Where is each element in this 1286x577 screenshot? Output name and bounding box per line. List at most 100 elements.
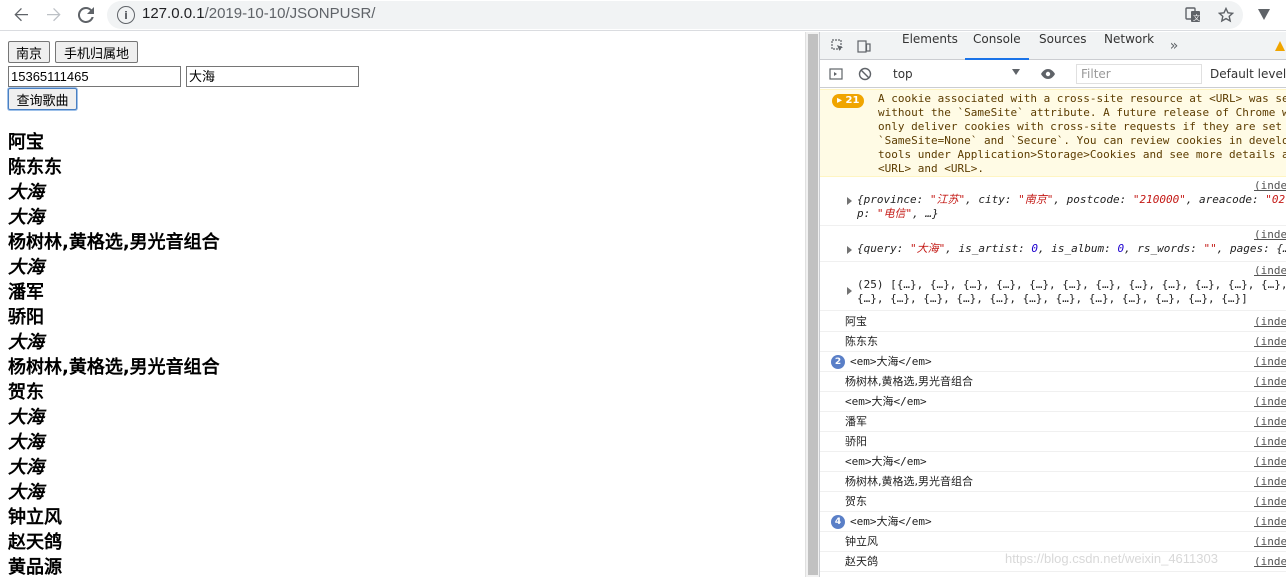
song-item: 钟立风 bbox=[8, 507, 62, 528]
obj-text: , areacode: bbox=[1185, 193, 1266, 206]
info-icon[interactable]: i bbox=[117, 6, 135, 24]
expand-triangle-icon[interactable] bbox=[847, 197, 852, 205]
obj-text: , rs_words: bbox=[1124, 242, 1204, 255]
source-link[interactable]: (inde bbox=[1254, 264, 1286, 278]
log-message: 陈东东 bbox=[845, 335, 878, 348]
translate-icon[interactable]: 文 bbox=[1184, 6, 1202, 24]
url-text[interactable]: 127.0.0.1/2019-10-10/JSONPUSR/ bbox=[142, 5, 375, 22]
object-line: {query: "大海", is_artist: 0, is_album: 0,… bbox=[857, 242, 1286, 256]
song-list: 阿宝 陈东东 大海 大海 杨树林,黄格选,男光音组合 大海 潘军 骄阳 大海 杨树林,黄格选,男光… bbox=[8, 130, 220, 577]
source-link[interactable]: (inde bbox=[1254, 395, 1286, 409]
filter-input[interactable]: Filter bbox=[1076, 64, 1202, 84]
source-link[interactable]: (inde bbox=[1254, 455, 1286, 469]
console-log-row[interactable]: 潘军 (inde bbox=[820, 412, 1286, 432]
console-log-row[interactable]: 杨树林,黄格选,男光音组合 (inde bbox=[820, 372, 1286, 392]
source-link[interactable]: (inde bbox=[1254, 515, 1286, 529]
sidebar-toggle-icon[interactable] bbox=[828, 66, 844, 82]
console-object-query[interactable]: (inde {query: "大海", is_artist: 0, is_alb… bbox=[820, 227, 1286, 262]
obj-text: p: bbox=[857, 207, 877, 220]
obj-number: 0 bbox=[1031, 242, 1038, 255]
query-song-button[interactable]: 查询歌曲 bbox=[8, 88, 77, 110]
more-tabs-icon[interactable]: » bbox=[1166, 38, 1182, 54]
source-link[interactable]: (inde bbox=[1254, 179, 1286, 193]
song-item: 大海 bbox=[8, 432, 44, 453]
obj-string: "210000" bbox=[1132, 193, 1186, 206]
console-messages: ▸ 21 A cookie associated with a cross-si… bbox=[820, 89, 1286, 577]
source-link[interactable]: (inde bbox=[1254, 415, 1286, 429]
expand-triangle-icon[interactable] bbox=[847, 287, 852, 295]
console-array-result[interactable]: (inde (25) [{…}, {…}, {…}, {…}, {…}, {…}… bbox=[820, 263, 1286, 311]
song-item: 赵天鸽 bbox=[8, 532, 62, 553]
song-item: 陈东东 bbox=[8, 157, 62, 178]
song-item: 杨树林,黄格选,男光音组合 bbox=[8, 357, 220, 378]
log-message: <em>大海</em> bbox=[850, 515, 932, 528]
star-icon[interactable] bbox=[1217, 6, 1235, 24]
page-scrollbar[interactable] bbox=[805, 32, 819, 577]
back-arrow-icon[interactable] bbox=[9, 3, 33, 27]
log-levels-dropdown[interactable]: Default levels bbox=[1210, 67, 1286, 81]
source-link[interactable]: (inde bbox=[1254, 375, 1286, 389]
extension-menu-icon[interactable] bbox=[1256, 6, 1272, 22]
obj-text: , …} bbox=[912, 207, 939, 220]
array-line: {…}, {…}, {…}, {…}, {…}, {…}, {…}, {…}, … bbox=[857, 292, 1248, 305]
console-log-row[interactable]: 骄阳 (inde bbox=[820, 432, 1286, 452]
song-item: 大海 bbox=[8, 407, 44, 428]
tab-console[interactable]: Console bbox=[965, 32, 1029, 60]
phone-location-button[interactable]: 手机归属地 bbox=[55, 41, 138, 63]
context-dropdown-icon[interactable] bbox=[1012, 69, 1020, 75]
console-log-row[interactable]: 贺东 (inde bbox=[820, 492, 1286, 512]
devtools-panel: Elements Console Sources Network » top F… bbox=[819, 32, 1286, 577]
inspect-element-icon[interactable] bbox=[830, 38, 846, 54]
console-log-row[interactable]: 2 <em>大海</em> (inde bbox=[820, 352, 1286, 372]
eye-icon[interactable] bbox=[1040, 66, 1056, 82]
log-message: 贺东 bbox=[845, 495, 867, 508]
device-toolbar-icon[interactable] bbox=[856, 38, 872, 54]
phone-input[interactable]: 15365111465 bbox=[8, 66, 181, 87]
tab-network[interactable]: Network bbox=[1096, 32, 1162, 60]
song-item: 大海 bbox=[8, 257, 44, 278]
obj-text: , postcode: bbox=[1053, 193, 1133, 206]
source-link[interactable]: (inde bbox=[1254, 535, 1286, 549]
source-link[interactable]: (inde bbox=[1254, 475, 1286, 489]
source-link[interactable]: (inde bbox=[1254, 355, 1286, 369]
forward-arrow-icon[interactable] bbox=[42, 3, 66, 27]
nanjing-button[interactable]: 南京 bbox=[8, 41, 50, 63]
source-link[interactable]: (inde bbox=[1254, 495, 1286, 509]
console-log-row[interactable]: 陈东东 (inde bbox=[820, 332, 1286, 352]
console-log-row[interactable]: 杨树林,黄格选,男光音组合 (inde bbox=[820, 472, 1286, 492]
source-link[interactable]: (inde bbox=[1254, 228, 1286, 242]
song-item: 潘军 bbox=[8, 282, 44, 303]
console-toolbar: top Filter Default levels bbox=[820, 61, 1286, 88]
console-log-row[interactable]: 钟立风 (inde bbox=[820, 532, 1286, 552]
page-content: 南京 手机归属地 15365111465 大海 查询歌曲 阿宝 陈东东 大海 大海 杨树… bbox=[0, 32, 805, 577]
repeat-count-badge: 2 bbox=[831, 355, 845, 369]
source-link[interactable]: (inde bbox=[1254, 435, 1286, 449]
song-item: 大海 bbox=[8, 332, 44, 353]
console-log-row[interactable]: 4 <em>大海</em> (inde bbox=[820, 512, 1286, 532]
console-log-row[interactable]: <em>大海</em> (inde bbox=[820, 392, 1286, 412]
source-link[interactable]: (inde bbox=[1254, 335, 1286, 349]
log-message: 杨树林,黄格选,男光音组合 bbox=[845, 475, 973, 488]
tab-elements[interactable]: Elements bbox=[894, 32, 966, 60]
address-bar[interactable]: i 127.0.0.1/2019-10-10/JSONPUSR/ 文 bbox=[107, 1, 1243, 29]
scrollbar-thumb[interactable] bbox=[808, 34, 818, 575]
song-item: 阿宝 bbox=[8, 132, 44, 153]
console-log-row[interactable]: 阿宝 (inde bbox=[820, 312, 1286, 332]
reload-icon[interactable] bbox=[74, 3, 98, 27]
song-item: 杨树林,黄格选,男光音组合 bbox=[8, 232, 220, 253]
expand-triangle-icon[interactable] bbox=[847, 246, 852, 254]
source-link[interactable]: (inde bbox=[1254, 555, 1286, 569]
obj-string: "南京" bbox=[1018, 193, 1054, 206]
tab-sources[interactable]: Sources bbox=[1031, 32, 1094, 60]
obj-text: , is_album: bbox=[1037, 242, 1118, 255]
console-object-location[interactable]: (inde {province: "江苏", city: "南京", postc… bbox=[820, 178, 1286, 226]
clear-console-icon[interactable] bbox=[857, 66, 873, 82]
console-log-row[interactable]: <em>大海</em> (inde bbox=[820, 452, 1286, 472]
context-selector[interactable]: top bbox=[893, 67, 913, 81]
warning-icon[interactable] bbox=[1272, 38, 1286, 54]
source-link[interactable]: (inde bbox=[1254, 315, 1286, 329]
song-item: 大海 bbox=[8, 482, 44, 503]
song-input[interactable]: 大海 bbox=[186, 66, 359, 87]
song-item: 黄品源 bbox=[8, 557, 62, 577]
warning-count-badge[interactable]: ▸ 21 bbox=[832, 94, 865, 108]
